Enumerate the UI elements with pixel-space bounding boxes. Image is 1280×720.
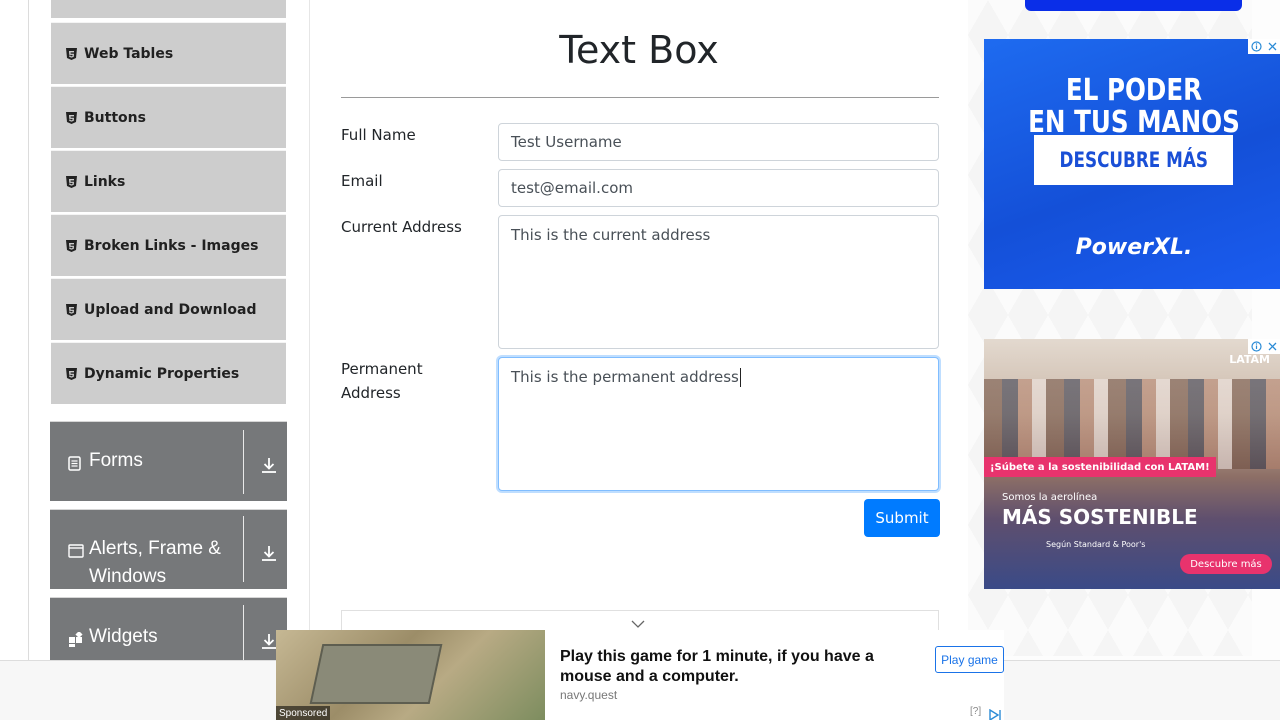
sidebar-item-broken-links[interactable]: Broken Links - Images bbox=[51, 214, 286, 276]
widgets-icon bbox=[68, 630, 83, 647]
latam-logo: LATAM bbox=[1229, 353, 1270, 366]
permanent-address-label-line1: Permanent bbox=[341, 360, 423, 378]
sidebar-item-previous[interactable] bbox=[51, 0, 286, 18]
adchoices-icon[interactable] bbox=[988, 706, 1002, 720]
ad-help-link[interactable]: [?] bbox=[970, 706, 981, 717]
page: Web Tables Buttons Links Broken Links - … bbox=[0, 0, 1280, 720]
play-game-button[interactable]: Play game bbox=[935, 646, 1004, 673]
ad-cta-button[interactable]: DESCUBRE MÁS bbox=[1034, 135, 1233, 185]
adchoices-icon[interactable] bbox=[1248, 339, 1280, 354]
ad-headline-line1: EL PODER bbox=[1065, 73, 1203, 108]
full-name-value: Test Username bbox=[511, 133, 622, 151]
top-ad-button[interactable] bbox=[1025, 0, 1242, 11]
sidebar-rail bbox=[28, 0, 29, 720]
email-label: Email bbox=[341, 172, 383, 190]
email-input[interactable]: test@email.com bbox=[498, 169, 939, 207]
permanent-address-value: This is the permanent address bbox=[511, 368, 739, 386]
ad-headline: EL PODER EN TUS MANOS bbox=[1011, 75, 1257, 139]
sidebar-item-label: Upload and Download bbox=[84, 301, 257, 318]
ad-sub-text: Según Standard & Poor's bbox=[1046, 540, 1146, 549]
html5-icon bbox=[65, 303, 77, 316]
sidebar-group-forms[interactable]: Forms bbox=[50, 421, 287, 501]
html5-icon bbox=[65, 47, 77, 60]
permanent-address-textarea[interactable]: This is the permanent address bbox=[498, 357, 939, 491]
main-content: Text Box Full Name Test Username Email t… bbox=[311, 0, 967, 720]
sidebar-group-widgets[interactable]: Widgets bbox=[50, 597, 287, 667]
chevron-down-icon[interactable] bbox=[631, 614, 645, 628]
sidebar-item-dynamic-properties[interactable]: Dynamic Properties bbox=[51, 342, 286, 404]
window-icon bbox=[68, 543, 84, 558]
full-name-label: Full Name bbox=[341, 126, 416, 144]
ad-latam[interactable]: LATAM ¡Súbete a la sostenibilidad con LA… bbox=[984, 339, 1280, 589]
close-icon bbox=[1268, 42, 1277, 51]
sidebar-item-label: Broken Links - Images bbox=[84, 237, 259, 254]
html5-icon bbox=[65, 111, 77, 124]
ad-pill-text: ¡Súbete a la sostenibilidad con LATAM! bbox=[984, 457, 1216, 477]
sidebar-item-links[interactable]: Links bbox=[51, 150, 286, 212]
tank-image bbox=[309, 644, 443, 704]
html5-icon bbox=[65, 367, 77, 380]
expand-arrow-icon[interactable] bbox=[260, 544, 278, 562]
sponsored-headline[interactable]: Play this game for 1 minute, if you have… bbox=[560, 647, 920, 687]
group-divider bbox=[243, 516, 244, 582]
group-divider bbox=[243, 430, 244, 494]
full-name-input[interactable]: Test Username bbox=[498, 123, 939, 161]
current-address-textarea[interactable]: This is the current address bbox=[498, 215, 939, 349]
sidebar-group-label: Widgets bbox=[89, 626, 158, 647]
close-icon bbox=[1268, 342, 1277, 351]
title-divider bbox=[341, 97, 939, 98]
ads-column: EL PODER EN TUS MANOS DESCUBRE MÁS Power… bbox=[968, 0, 1280, 660]
sidebar-group-alerts-frame-windows[interactable]: Alerts, Frame & Windows bbox=[50, 509, 287, 589]
form-icon bbox=[68, 456, 82, 471]
html5-icon bbox=[65, 239, 77, 252]
adchoices-icon[interactable] bbox=[1248, 39, 1280, 54]
text-caret bbox=[739, 368, 741, 387]
sidebar-group-label: Forms bbox=[89, 450, 143, 471]
html5-icon bbox=[65, 175, 77, 188]
sidebar-item-label: Links bbox=[84, 173, 126, 190]
permanent-address-label-line2: Address bbox=[341, 384, 401, 402]
group-divider bbox=[243, 605, 244, 665]
sidebar-item-upload-download[interactable]: Upload and Download bbox=[51, 278, 286, 340]
sidebar-item-label: Buttons bbox=[84, 109, 146, 126]
page-title: Text Box bbox=[559, 28, 719, 72]
sidebar-item-buttons[interactable]: Buttons bbox=[51, 86, 286, 148]
sidebar-group-label-line1: Alerts, Frame & bbox=[89, 538, 221, 559]
sponsored-ad[interactable]: Sponsored Play this game for 1 minute, i… bbox=[276, 630, 1004, 720]
sidebar-item-label: Dynamic Properties bbox=[84, 365, 240, 382]
sponsored-label: Sponsored bbox=[276, 706, 331, 720]
ad-brand-logo: PowerXL. bbox=[1075, 235, 1193, 260]
sponsored-domain: navy.quest bbox=[560, 688, 618, 702]
ad-photo bbox=[984, 379, 1280, 469]
expand-arrow-icon[interactable] bbox=[260, 456, 278, 474]
ad-cta-label: DESCUBRE MÁS bbox=[1059, 148, 1208, 172]
current-address-value: This is the current address bbox=[511, 226, 711, 244]
sidebar-item-label: Web Tables bbox=[84, 45, 174, 62]
ad-cta-button[interactable]: Descubre más bbox=[1180, 554, 1272, 574]
submit-button[interactable]: Submit bbox=[864, 499, 940, 537]
current-address-label: Current Address bbox=[341, 218, 462, 236]
ad-small-text: Somos la aerolínea bbox=[1002, 492, 1098, 503]
sidebar-item-web-tables[interactable]: Web Tables bbox=[51, 22, 286, 84]
sidebar-group-label-line2: Windows bbox=[89, 566, 167, 587]
email-value: test@email.com bbox=[511, 179, 633, 197]
ad-big-text: MÁS SOSTENIBLE bbox=[1002, 505, 1198, 529]
left-sidebar: Web Tables Buttons Links Broken Links - … bbox=[0, 0, 310, 720]
ad-powerxl[interactable]: EL PODER EN TUS MANOS DESCUBRE MÁS Power… bbox=[984, 39, 1280, 289]
